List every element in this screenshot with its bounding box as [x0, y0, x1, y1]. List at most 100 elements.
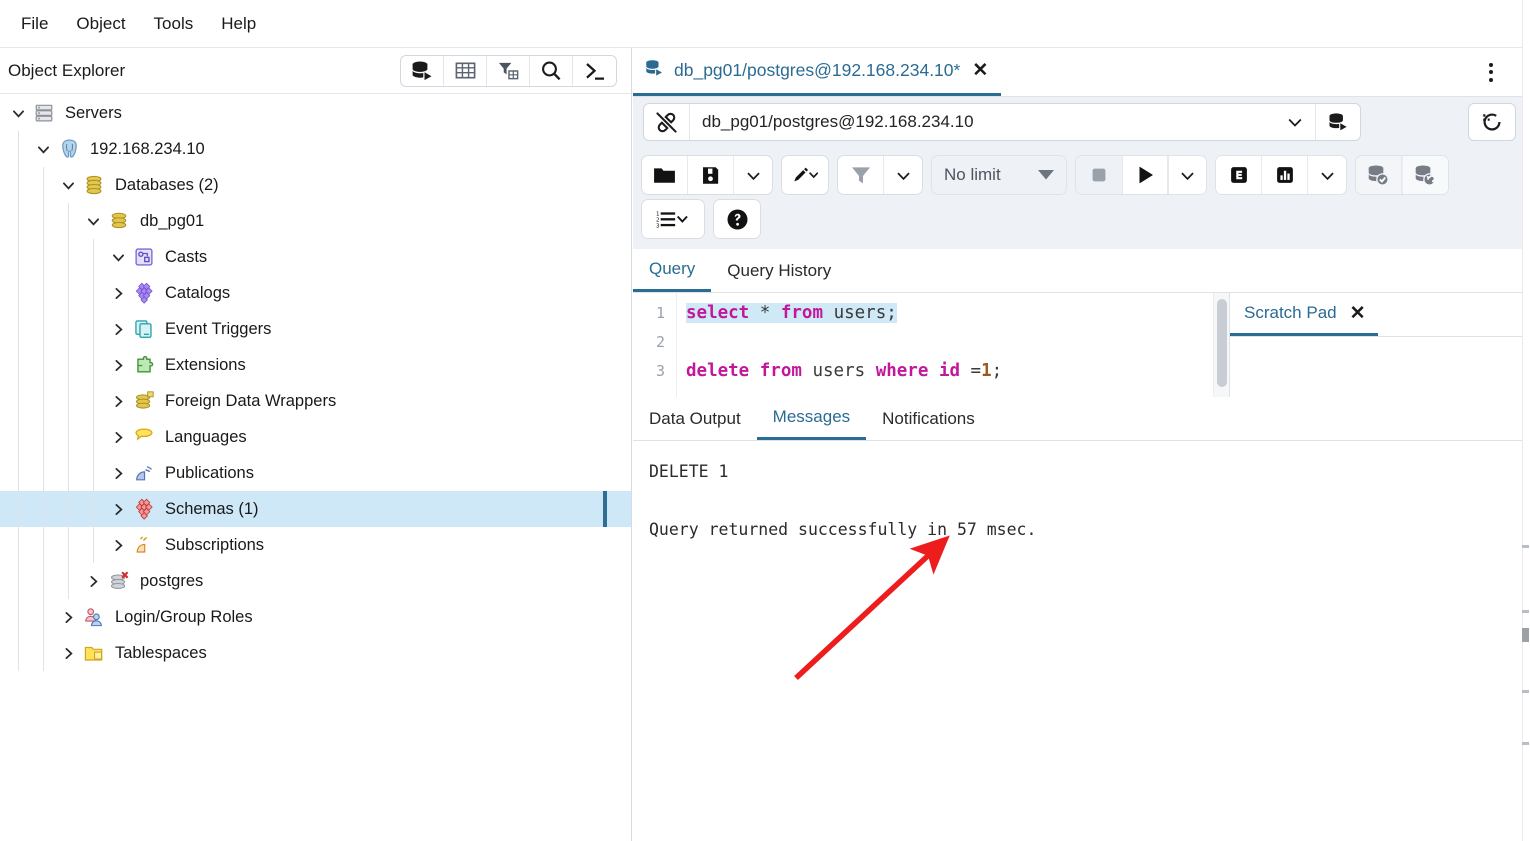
explain-analyze-chart-icon[interactable]	[1262, 156, 1308, 194]
tree-item-casts[interactable]: Casts	[0, 239, 631, 275]
right-edge-mark-4	[1522, 690, 1529, 693]
editor-area: 1 2 3 select * from users; delete from use…	[633, 293, 1530, 397]
sql-code[interactable]: select * from users; delete from users w…	[677, 293, 1213, 397]
menu-item-help[interactable]: Help	[210, 9, 267, 39]
menu-item-file[interactable]: File	[10, 9, 59, 39]
play-triangle-icon[interactable]	[1122, 156, 1168, 194]
chevron-right-icon[interactable]	[58, 607, 78, 627]
reset-layout-icon[interactable]	[1468, 103, 1516, 141]
query-tool-tab-icon	[644, 58, 665, 84]
filter-funnel-icon[interactable]	[838, 156, 884, 194]
event-triggers-icon	[132, 317, 156, 341]
menu-item-tools[interactable]: Tools	[143, 9, 205, 39]
tree-item-postgres[interactable]: postgres	[0, 563, 631, 599]
psql-terminal-icon[interactable]	[573, 56, 616, 86]
chevron-down-icon[interactable]	[734, 156, 772, 194]
editor-scrollbar[interactable]	[1213, 293, 1229, 397]
pencil-icon[interactable]	[782, 156, 828, 194]
row-limit-select[interactable]: No limit	[931, 155, 1067, 195]
chevron-down-icon[interactable]	[33, 139, 53, 159]
message-line-status: Query returned successfully in 57 msec.	[649, 519, 1037, 539]
search-icon[interactable]	[530, 55, 573, 86]
tree-item-login-group-roles[interactable]: Login/Group Roles	[0, 599, 631, 635]
chevron-down-icon[interactable]	[108, 247, 128, 267]
tree-item-subscriptions[interactable]: Subscriptions	[0, 527, 631, 563]
sql-token: from	[780, 303, 824, 323]
tab-query[interactable]: Query	[633, 249, 712, 292]
view-data-grid-icon[interactable]	[444, 55, 487, 86]
chevron-right-icon[interactable]	[108, 427, 128, 447]
catalogs-icon	[132, 281, 156, 305]
chevron-right-icon[interactable]	[108, 391, 128, 411]
connection-selector[interactable]: db_pg01/postgres@192.168.234.10	[643, 103, 1361, 141]
chevron-down-icon[interactable]	[884, 156, 922, 194]
chevron-right-icon[interactable]	[58, 643, 78, 663]
sql-token: from	[759, 361, 802, 381]
object-explorer-header: Object Explorer	[0, 48, 631, 94]
close-icon[interactable]: ✕	[1350, 304, 1366, 323]
tab-data-output[interactable]: Data Output	[633, 397, 757, 440]
chevron-down-icon[interactable]	[1168, 156, 1206, 194]
filtered-rows-icon[interactable]	[487, 55, 530, 86]
tree-item-catalogs[interactable]: Catalogs	[0, 275, 631, 311]
tab-messages[interactable]: Messages	[756, 397, 867, 440]
languages-icon	[132, 425, 156, 449]
more-options-icon[interactable]	[1476, 56, 1506, 88]
chevron-right-icon[interactable]	[108, 355, 128, 375]
commit-db-check-icon[interactable]	[1356, 156, 1402, 194]
code-line[interactable]: select * from users;	[686, 299, 1213, 328]
chevron-down-icon[interactable]	[1308, 156, 1346, 194]
database-connect-icon[interactable]	[1315, 104, 1360, 140]
tree-item-schemas-1[interactable]: Schemas (1)	[0, 491, 631, 527]
chevron-right-icon[interactable]	[108, 463, 128, 483]
save-floppy-icon[interactable]	[688, 156, 734, 194]
tree-item-extensions[interactable]: Extensions	[0, 347, 631, 383]
tree-item-label: Login/Group Roles	[115, 607, 253, 626]
menu-item-object[interactable]: Object	[65, 9, 136, 39]
tree-item-event-triggers[interactable]: Event Triggers	[0, 311, 631, 347]
tree-item-databases-2[interactable]: Databases (2)	[0, 167, 631, 203]
database-disconnected-icon	[107, 569, 131, 593]
code-line[interactable]	[686, 328, 1213, 357]
sql-editor[interactable]: 1 2 3 select * from users; delete from use…	[633, 293, 1213, 397]
close-icon[interactable]: ✕	[972, 61, 988, 80]
tablespaces-icon	[82, 641, 106, 665]
chevron-right-icon[interactable]	[108, 319, 128, 339]
help-group	[713, 199, 761, 239]
object-tree[interactable]: Servers 192.168.234.10 Databases (2) db_pg0…	[0, 95, 631, 841]
tree-item-languages[interactable]: Languages	[0, 419, 631, 455]
folder-icon[interactable]	[642, 156, 688, 194]
tab-query-tool[interactable]: db_pg01/postgres@192.168.234.10* ✕	[633, 48, 1002, 96]
rollback-db-undo-icon[interactable]	[1402, 156, 1448, 194]
extensions-icon	[132, 353, 156, 377]
tab-query-history[interactable]: Query History	[711, 249, 847, 292]
tree-item-servers[interactable]: Servers	[0, 95, 631, 131]
chevron-right-icon[interactable]	[108, 535, 128, 555]
tree-item-label: Subscriptions	[165, 535, 265, 554]
tree-item-tablespaces[interactable]: Tablespaces	[0, 635, 631, 671]
question-circle-icon[interactable]	[714, 200, 760, 238]
chevron-down-icon[interactable]	[8, 103, 28, 123]
chevron-right-icon[interactable]	[108, 283, 128, 303]
row-limit-value: No limit	[944, 165, 1001, 184]
chevron-right-icon[interactable]	[83, 571, 103, 591]
servers-icon	[32, 101, 56, 125]
tab-notifications[interactable]: Notifications	[866, 397, 991, 440]
explain-e-icon[interactable]	[1216, 156, 1262, 194]
macros-group: 1 2 3	[641, 199, 705, 239]
numbered-list-icon[interactable]: 1 2 3	[642, 200, 704, 238]
query-tool-icon[interactable]	[401, 55, 444, 86]
chevron-down-icon[interactable]	[83, 211, 103, 231]
chevron-down-icon[interactable]	[1275, 104, 1315, 140]
chevron-down-icon[interactable]	[58, 175, 78, 195]
connection-value: db_pg01/postgres@192.168.234.10	[702, 112, 974, 131]
stop-square-icon[interactable]	[1076, 156, 1122, 194]
tree-item-db-pg01[interactable]: db_pg01	[0, 203, 631, 239]
tab-scratch-pad[interactable]: Scratch Pad ✕	[1230, 293, 1378, 336]
code-line[interactable]: delete from users where id =1;	[686, 357, 1213, 386]
tree-item-foreign-data-wrappers[interactable]: Foreign Data Wrappers	[0, 383, 631, 419]
chevron-right-icon[interactable]	[108, 499, 128, 519]
tree-item-publications[interactable]: Publications	[0, 455, 631, 491]
tree-item-192-168-234-10[interactable]: 192.168.234.10	[0, 131, 631, 167]
tree-item-label: Foreign Data Wrappers	[165, 391, 337, 410]
